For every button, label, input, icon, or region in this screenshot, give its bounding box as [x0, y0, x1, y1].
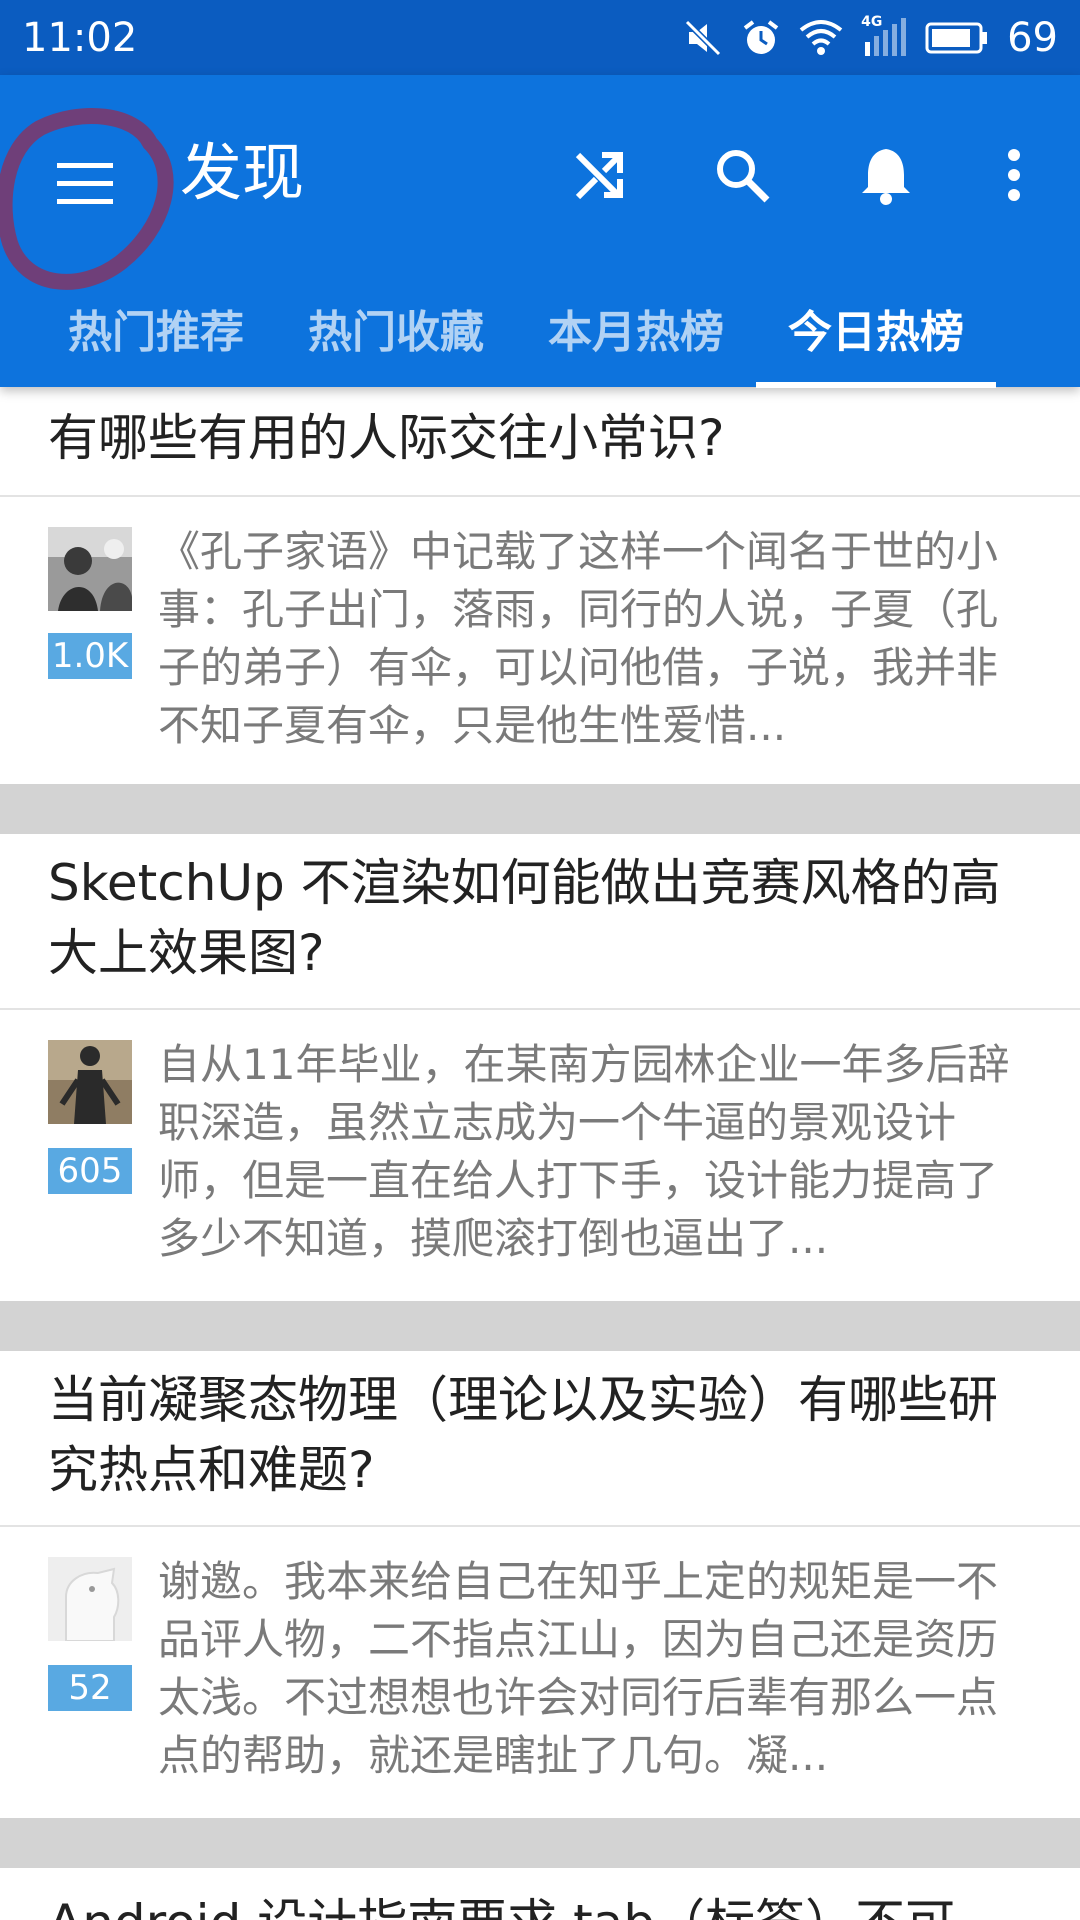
bell-icon: [862, 149, 910, 205]
tab-daily-hot[interactable]: 今日热榜: [756, 268, 996, 387]
question-title[interactable]: 当前凝聚态物理（理论以及实验）有哪些研究热点和难题?: [48, 1365, 1040, 1505]
tab-monthly-hot[interactable]: 本月热榜: [516, 268, 756, 387]
search-button[interactable]: [692, 123, 792, 227]
page-title: 发现: [180, 136, 305, 209]
alarm-icon: [743, 20, 779, 54]
tab-indicator: [756, 382, 996, 388]
feed-card[interactable]: Android 设计指南要求 tab（标签）不可: [0, 1868, 1080, 1920]
divider: [0, 1525, 1080, 1527]
divider: [0, 1008, 1080, 1010]
notifications-button[interactable]: [836, 123, 936, 227]
more-vert-icon: [1008, 149, 1020, 201]
mute-icon: [684, 19, 722, 57]
answer-excerpt[interactable]: 自从11年毕业，在某南方园林企业一年多后辞职深造，虽然立志成为一个牛逼的景观设计…: [158, 1036, 1026, 1268]
shuffle-icon: [575, 152, 623, 200]
avatar[interactable]: [48, 1040, 132, 1124]
card-separator: [0, 1301, 1080, 1351]
card-separator: [0, 784, 1080, 834]
wifi-icon: [799, 20, 843, 55]
status-time: 11:02: [22, 15, 138, 61]
tab-bar: 热门推荐 热门收藏 本月热榜 今日热榜: [0, 268, 1080, 387]
tab-hot-favorites[interactable]: 热门收藏: [276, 268, 516, 387]
battery-level: 69: [1007, 15, 1058, 61]
vote-count-badge: 605: [48, 1148, 132, 1194]
question-title[interactable]: Android 设计指南要求 tab（标签）不可: [48, 1888, 1040, 1920]
vote-count-badge: 1.0K: [48, 633, 132, 679]
divider: [0, 495, 1080, 497]
question-title[interactable]: SketchUp 不渲染如何能做出竞赛风格的高大上效果图?: [48, 848, 1040, 988]
app-bar: 发现 热门推荐 热门收藏 本月热榜 今日热榜: [0, 75, 1080, 388]
feed-card[interactable]: SketchUp 不渲染如何能做出竞赛风格的高大上效果图? 605 自从11年毕…: [0, 834, 1080, 1301]
status-bar: 11:02 4G 69: [0, 0, 1080, 75]
feed-list: 有哪些有用的人际交往小常识? 1.0K 《孔子家语》中记载了这样一个闻名于世的小…: [0, 387, 1080, 1920]
signal-icon: 4G: [861, 14, 907, 58]
tab-hot-recommend[interactable]: 热门推荐: [36, 268, 276, 387]
vote-count-badge: 52: [48, 1665, 132, 1711]
feed-card[interactable]: 当前凝聚态物理（理论以及实验）有哪些研究热点和难题? 52 谢邀。我本来给自己在…: [0, 1351, 1080, 1818]
feed-card[interactable]: 有哪些有用的人际交往小常识? 1.0K 《孔子家语》中记载了这样一个闻名于世的小…: [0, 387, 1080, 784]
question-title[interactable]: 有哪些有用的人际交往小常识?: [48, 403, 1040, 473]
avatar[interactable]: [48, 1557, 132, 1641]
card-separator: [0, 1818, 1080, 1868]
avatar[interactable]: [48, 527, 132, 611]
search-icon: [717, 150, 770, 203]
battery-icon: [925, 22, 988, 54]
shuffle-button[interactable]: [550, 123, 650, 227]
answer-excerpt[interactable]: 谢邀。我本来给自己在知乎上定的规矩是一不品评人物，二不指点江山，因为自己还是资历…: [158, 1553, 1026, 1785]
status-icons: 4G 69: [683, 14, 1058, 62]
more-options-button[interactable]: [964, 123, 1064, 227]
answer-excerpt[interactable]: 《孔子家语》中记载了这样一个闻名于世的小事：孔子出门，落雨，同行的人说，子夏（孔…: [158, 523, 1026, 755]
